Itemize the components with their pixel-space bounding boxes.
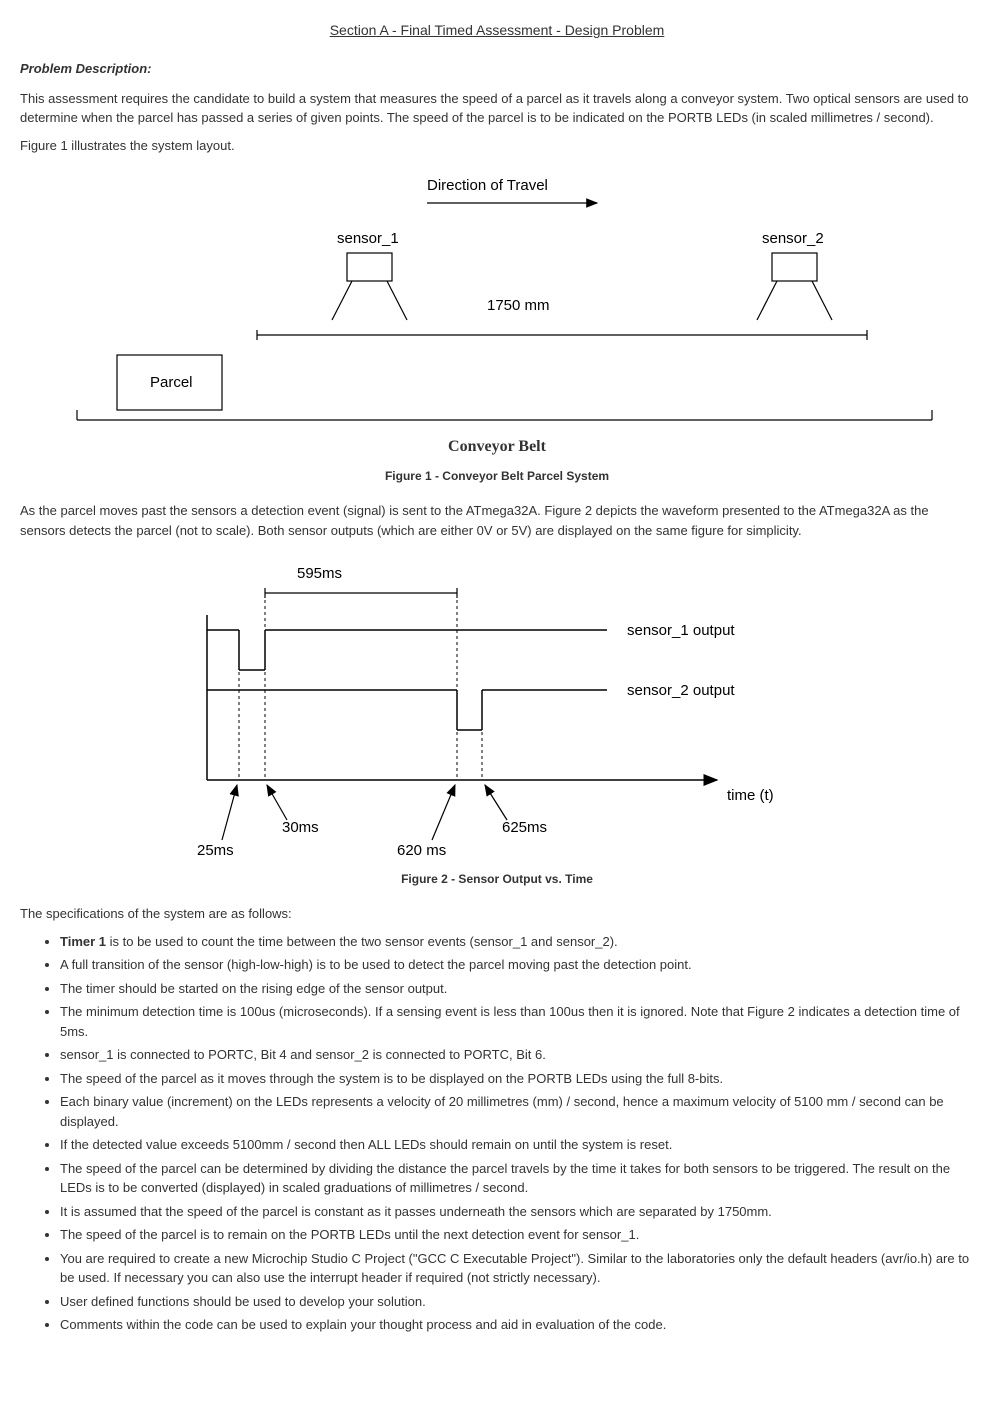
paragraph-3: As the parcel moves past the sensors a d… [20,501,974,540]
spec-item: The timer should be started on the risin… [60,979,974,999]
spec-item: Comments within the code can be used to … [60,1315,974,1335]
problem-description-label: Problem Description: [20,59,974,79]
direction-label: Direction of Travel [427,177,548,194]
spec-item: User defined functions should be used to… [60,1292,974,1312]
t595-label: 595ms [297,565,342,582]
spec-item: The speed of the parcel is to remain on … [60,1225,974,1245]
spec-item: Each binary value (increment) on the LED… [60,1092,974,1131]
spec-item: You are required to create a new Microch… [60,1249,974,1288]
paragraph-2: Figure 1 illustrates the system layout. [20,136,974,156]
paragraph-4: The specifications of the system are as … [20,904,974,924]
spec-item: Timer 1 is to be used to count the time … [60,932,974,952]
parcel-label: Parcel [150,374,193,391]
figure-1-caption: Figure 1 - Conveyor Belt Parcel System [20,467,974,485]
t25-label: 25ms [197,842,234,859]
sensor2-label: sensor_2 [762,230,824,247]
section-title: Section A - Final Timed Assessment - Des… [20,20,974,41]
spec-item: The minimum detection time is 100us (mic… [60,1002,974,1041]
paragraph-1: This assessment requires the candidate t… [20,89,974,128]
spec-item: The speed of the parcel as it moves thro… [60,1069,974,1089]
t620-label: 620 ms [397,842,446,859]
spec-list: Timer 1 is to be used to count the time … [20,932,974,1335]
t625-label: 625ms [502,819,547,836]
sensor2-output-label: sensor_2 output [627,682,735,699]
distance-label: 1750 mm [487,297,550,314]
spec-item: It is assumed that the speed of the parc… [60,1202,974,1222]
figure-1: Direction of Travel sensor_1 sensor_2 17… [20,175,974,425]
time-axis-label: time (t) [727,787,774,804]
spec-item: A full transition of the sensor (high-lo… [60,955,974,975]
spec-item: The speed of the parcel can be determine… [60,1159,974,1198]
spec-item: sensor_1 is connected to PORTC, Bit 4 an… [60,1045,974,1065]
waveform-diagram: 595ms sensor_1 output sensor_2 output ti… [177,560,817,860]
sensor1-label: sensor_1 [337,230,399,247]
sensor1-output-label: sensor_1 output [627,622,735,639]
spec-text: is to be used to count the time between … [106,934,618,949]
t30-label: 30ms [282,819,319,836]
conveyor-belt-title: Conveyor Belt [20,435,974,459]
figure-2: 595ms sensor_1 output sensor_2 output ti… [20,560,974,860]
conveyor-diagram: Direction of Travel sensor_1 sensor_2 17… [57,175,937,425]
timer1-bold: Timer 1 [60,934,106,949]
spec-item: If the detected value exceeds 5100mm / s… [60,1135,974,1155]
figure-2-caption: Figure 2 - Sensor Output vs. Time [20,870,974,888]
